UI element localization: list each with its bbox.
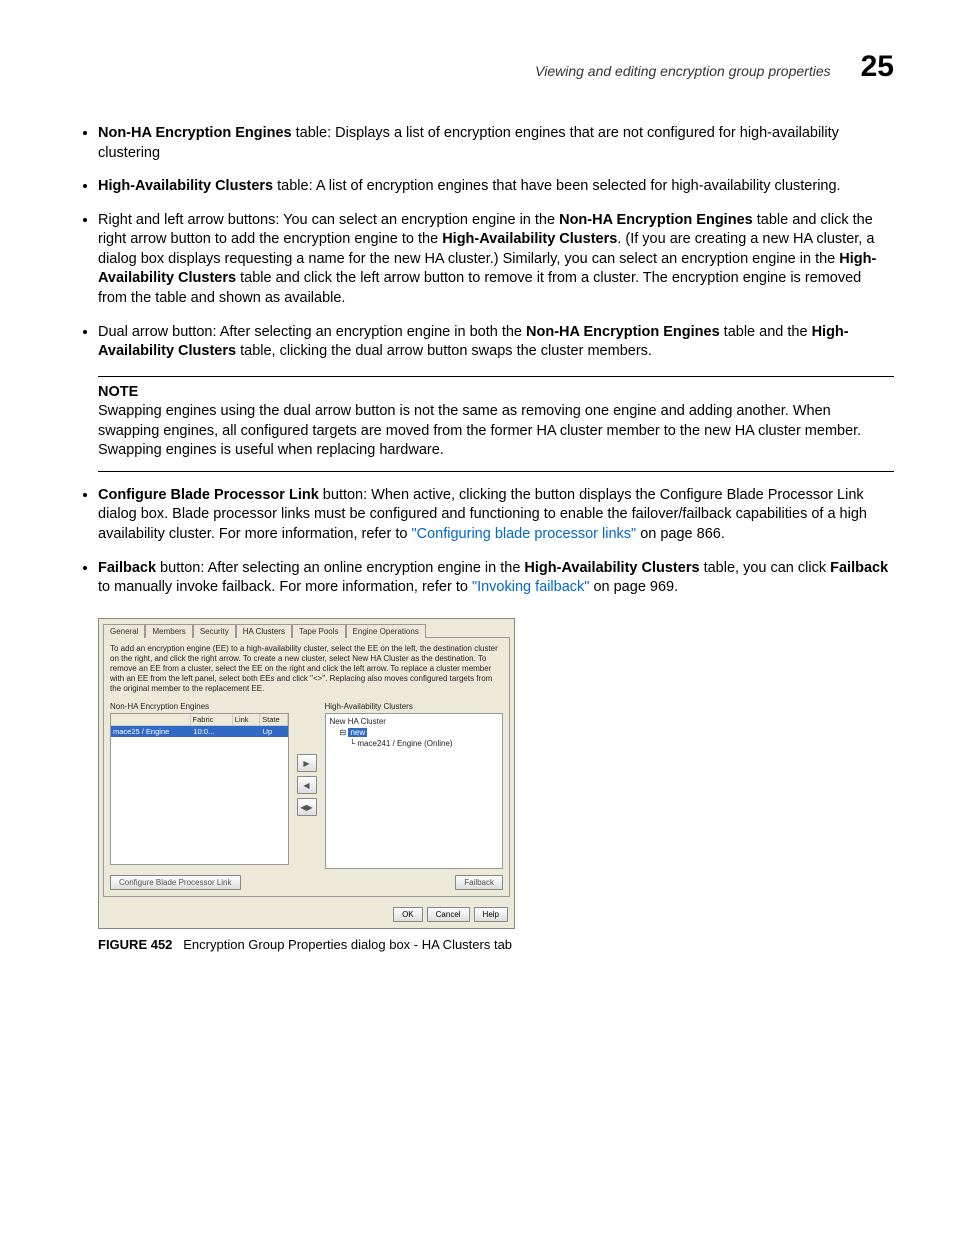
arrow-buttons: ▶ ◀ ◀▶ (295, 702, 319, 869)
tab-ha-clusters[interactable]: HA Clusters (236, 624, 292, 638)
right-arrow-button[interactable]: ▶ (297, 754, 317, 772)
page-header: Viewing and editing encryption group pro… (60, 50, 894, 84)
cell-link (234, 726, 261, 737)
bullet-dual-arrow: Dual arrow button: After selecting an en… (98, 323, 894, 362)
bullet-arrows: Right and left arrow buttons: You can se… (98, 211, 894, 309)
body-text: table: A list of encryption engines that… (273, 178, 840, 194)
swap-arrow-button[interactable]: ◀▶ (297, 798, 317, 816)
body-text: Right and left arrow buttons: You can se… (98, 212, 559, 228)
body-text: table, you can click (700, 560, 831, 576)
bold-text: Failback (830, 560, 888, 576)
tab-general[interactable]: General (103, 624, 145, 638)
figure-label: FIGURE 452 (98, 937, 172, 952)
col-link: Link (233, 714, 260, 725)
figure-text: Encryption Group Properties dialog box -… (183, 937, 512, 952)
help-button[interactable]: Help (474, 907, 508, 922)
tree-node-engine[interactable]: └ mace241 / Engine (Online) (330, 738, 499, 749)
header-title: Viewing and editing encryption group pro… (535, 63, 831, 79)
panel-non-ha: Non-HA Encryption Engines Fabric Link St… (110, 702, 289, 869)
ha-clusters-tree[interactable]: New HA Cluster ⊟ new └ mace241 / Engine … (325, 713, 504, 869)
col-name (111, 714, 191, 725)
body-text: table and the (720, 324, 812, 340)
tree-node-new[interactable]: ⊟ new (330, 727, 499, 738)
panel-title-right: High-Availability Clusters (325, 702, 504, 711)
dialog-body: To add an encryption engine (EE) to a hi… (103, 637, 510, 897)
bullet-configure-link: Configure Blade Processor Link button: W… (98, 486, 894, 545)
bold-text: Configure Blade Processor Link (98, 487, 319, 503)
dialog-encryption-group-properties: General Members Security HA Clusters Tap… (98, 618, 515, 929)
non-ha-table[interactable]: Fabric Link State mace25 / Engine 10:0..… (110, 713, 289, 865)
bold-text: High-Availability Clusters (98, 178, 273, 194)
configure-blade-processor-link-button[interactable]: Configure Blade Processor Link (110, 875, 241, 890)
bullet-list-2: Configure Blade Processor Link button: W… (60, 486, 894, 598)
col-state: State (260, 714, 287, 725)
col-fabric: Fabric (191, 714, 233, 725)
body-text: Dual arrow button: After selecting an en… (98, 324, 526, 340)
tab-security[interactable]: Security (193, 624, 236, 638)
bullet-failback: Failback button: After selecting an onli… (98, 559, 894, 598)
note-block: NOTE Swapping engines using the dual arr… (98, 376, 894, 472)
bold-text: High-Availability Clusters (442, 231, 617, 247)
body-text: on page 969. (589, 579, 678, 595)
link-configuring-blade[interactable]: "Configuring blade processor links" (411, 526, 636, 542)
note-body: Swapping engines using the dual arrow bu… (98, 402, 894, 461)
dialog-instructions: To add an encryption engine (EE) to a hi… (110, 644, 503, 694)
table-row[interactable]: mace25 / Engine 10:0... Up (111, 726, 288, 737)
table-header: Fabric Link State (111, 714, 288, 726)
tree-label: mace241 / Engine (Online) (357, 739, 452, 748)
body-text: button: After selecting an online encryp… (156, 560, 524, 576)
tree-node-new-cluster[interactable]: New HA Cluster (330, 716, 499, 727)
panel-buttons: Configure Blade Processor Link Failback (110, 875, 503, 890)
dialog-tabs: General Members Security HA Clusters Tap… (99, 619, 514, 637)
tree-label-selected: new (348, 728, 367, 737)
bold-text: Non-HA Encryption Engines (526, 324, 720, 340)
bold-text: Non-HA Encryption Engines (98, 125, 292, 141)
chapter-number: 25 (861, 50, 894, 84)
tab-members[interactable]: Members (145, 624, 192, 638)
bullet-list: Non-HA Encryption Engines table: Display… (60, 124, 894, 362)
panel-ha-clusters: High-Availability Clusters New HA Cluste… (325, 702, 504, 869)
bold-text: Failback (98, 560, 156, 576)
cell-state: Up (261, 726, 288, 737)
bold-text: Non-HA Encryption Engines (559, 212, 753, 228)
note-label: NOTE (98, 383, 894, 403)
body-text: on page 866. (636, 526, 725, 542)
failback-button[interactable]: Failback (455, 875, 503, 890)
cancel-button[interactable]: Cancel (427, 907, 470, 922)
bullet-non-ha: Non-HA Encryption Engines table: Display… (98, 124, 894, 163)
dialog-panels: Non-HA Encryption Engines Fabric Link St… (110, 702, 503, 869)
cell-fabric: 10:0... (191, 726, 233, 737)
body-text: table, clicking the dual arrow button sw… (236, 343, 652, 359)
tab-engine-operations[interactable]: Engine Operations (346, 624, 426, 638)
dialog-footer: OK Cancel Help (99, 901, 514, 928)
body-text: to manually invoke failback. For more in… (98, 579, 472, 595)
left-arrow-button[interactable]: ◀ (297, 776, 317, 794)
figure-caption: FIGURE 452 Encryption Group Properties d… (98, 937, 894, 952)
figure-container: General Members Security HA Clusters Tap… (98, 618, 894, 952)
cell-name: mace25 / Engine (111, 726, 191, 737)
tab-tape-pools[interactable]: Tape Pools (292, 624, 346, 638)
panel-title-left: Non-HA Encryption Engines (110, 702, 289, 711)
bullet-ha-clusters: High-Availability Clusters table: A list… (98, 177, 894, 197)
ok-button[interactable]: OK (393, 907, 423, 922)
link-invoking-failback[interactable]: "Invoking failback" (472, 579, 590, 595)
bold-text: High-Availability Clusters (524, 560, 699, 576)
